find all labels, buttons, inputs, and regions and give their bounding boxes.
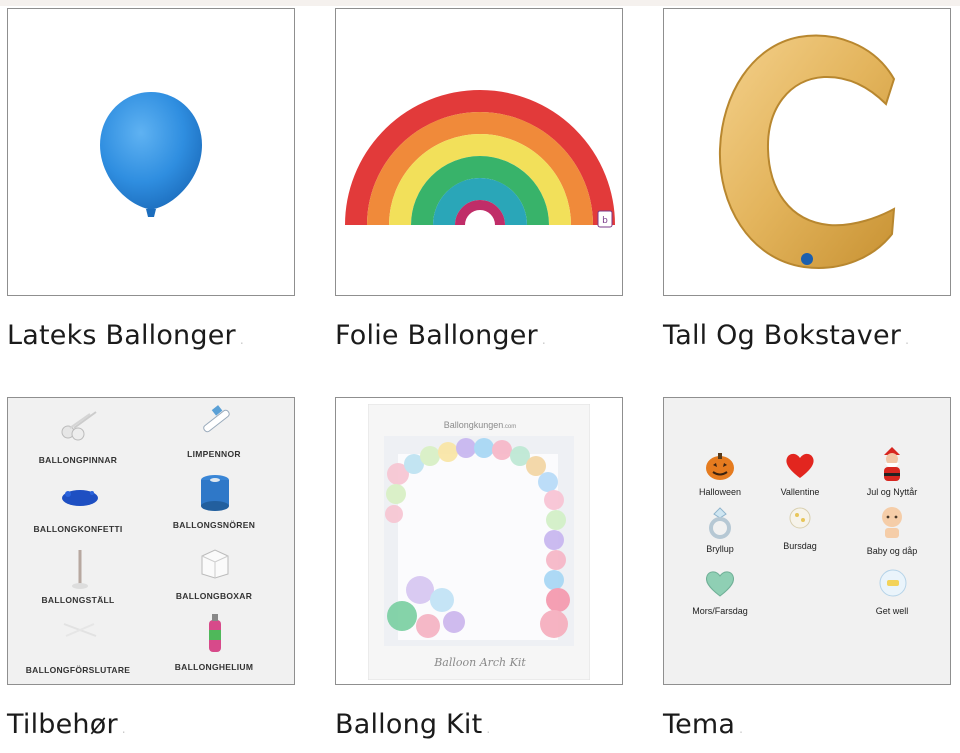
category-image-latex[interactable] (7, 8, 295, 296)
glue-pen-icon (203, 405, 230, 433)
theme-label[interactable]: Get well (852, 606, 932, 616)
birthday-balloon-icon (789, 507, 811, 529)
theme-label[interactable]: Vallentine (760, 487, 840, 497)
theme-label[interactable]: Jul og Nyttår (852, 487, 932, 497)
ribbon-spool-icon (201, 475, 229, 511)
top-strip (0, 0, 960, 6)
balloon-stand-icon (72, 550, 88, 589)
accessory-label[interactable]: BALLONGKONFETTI (28, 524, 128, 534)
theme-label[interactable]: Bryllup (680, 544, 760, 554)
category-image-accessories[interactable]: BALLONGPINNAR LIMPENNOR BALLONGKONFETTI … (7, 397, 295, 685)
category-title[interactable]: Tall Og Bokstaver. (663, 320, 909, 351)
baby-icon (882, 507, 902, 538)
accessory-label[interactable]: BALLONGBOXAR (164, 591, 264, 601)
balloon-sticks-icon (61, 411, 97, 441)
balloon-box-icon (201, 549, 229, 579)
svg-text:b: b (602, 216, 608, 226)
gold-letter-c-balloon-icon (718, 34, 896, 269)
category-image-foil[interactable]: b (335, 8, 623, 296)
balloon-arch-kit-box (368, 404, 590, 680)
category-image-kit[interactable]: Ballongkungen.com Balloon Arch Kit (335, 397, 623, 685)
pumpkin-icon (706, 453, 734, 480)
accessory-label[interactable]: BALLONGSNÖREN (164, 520, 264, 530)
balloon-sealer-icon (63, 623, 97, 637)
category-image-letters[interactable] (663, 8, 951, 296)
category-title[interactable]: Lateks Ballonger. (7, 320, 244, 351)
accessory-label[interactable]: BALLONGPINNAR (28, 455, 128, 465)
heart-icon (786, 453, 814, 478)
helium-tank-icon (209, 614, 221, 652)
confetti-icon (62, 490, 98, 506)
theme-label[interactable]: Mors/Farsdag (680, 606, 760, 616)
theme-label[interactable]: Halloween (680, 487, 760, 497)
santa-icon (884, 447, 900, 481)
blue-latex-balloon-icon (100, 92, 202, 217)
rainbow-foil-balloon-icon: b (345, 90, 615, 228)
kit-brand: Ballongkungen.com (443, 420, 517, 430)
category-title[interactable]: Ballong Kit. (335, 709, 490, 740)
accessory-label[interactable]: BALLONGFÖRSLUTARE (22, 665, 134, 675)
category-title[interactable]: Folie Ballonger. (335, 320, 546, 351)
accessory-label[interactable]: BALLONGSTÄLL (28, 595, 128, 605)
theme-label[interactable]: Bursdag (760, 541, 840, 551)
accessory-label[interactable]: BALLONGHELIUM (164, 662, 264, 672)
category-title[interactable]: Tema. (663, 709, 743, 740)
category-title[interactable]: Tilbehør. (7, 709, 126, 740)
ring-icon (709, 507, 731, 539)
accessory-label[interactable]: LIMPENNOR (164, 449, 264, 459)
mint-heart-icon (705, 571, 735, 597)
get-well-icon (879, 569, 907, 597)
category-image-theme[interactable]: Halloween Vallentine Jul og Nyttår Bryll… (663, 397, 951, 685)
theme-label[interactable]: Baby og dåp (852, 546, 932, 556)
kit-caption: Balloon Arch Kit (434, 656, 526, 669)
